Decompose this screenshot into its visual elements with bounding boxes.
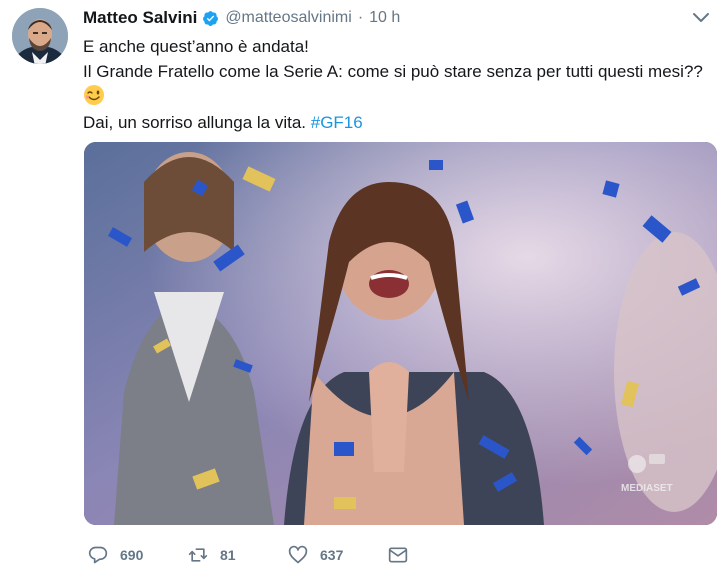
- mediaset-watermark: MEDIASET: [621, 483, 673, 494]
- author-handle[interactable]: @matteosalvinimi: [225, 9, 352, 27]
- like-count: 637: [320, 547, 344, 563]
- retweet-icon: [188, 545, 208, 565]
- tweet-text-line-1: E anche quest’anno è andata!: [83, 37, 309, 56]
- avatar-image: [12, 8, 68, 64]
- reply-count: 690: [120, 547, 144, 563]
- heart-icon: [288, 545, 308, 565]
- tweet-media-photo[interactable]: MEDIASET: [84, 142, 717, 525]
- tweet-text-line-3: [83, 84, 713, 110]
- tv-screen-photo-icon: MEDIASET: [84, 142, 717, 525]
- direct-message-button[interactable]: [388, 544, 408, 566]
- tweet-text-line-4-text: Dai, un sorriso allunga la vita.: [83, 113, 307, 132]
- envelope-icon: [388, 545, 408, 565]
- retweet-button[interactable]: 81: [188, 544, 236, 566]
- tweet-timestamp[interactable]: 10 h: [369, 9, 400, 27]
- chevron-down-icon[interactable]: [691, 10, 711, 26]
- tweet-header: Matteo Salvini @matteosalvinimi · 10 h: [83, 7, 400, 29]
- tweet-text-line-4: Dai, un sorriso allunga la vita. #GF16: [83, 110, 713, 135]
- reply-button[interactable]: 690: [88, 544, 143, 566]
- hashtag-link[interactable]: #GF16: [311, 113, 363, 132]
- tweet-text-line-2: Il Grande Fratello come la Serie A: come…: [83, 62, 703, 81]
- like-button[interactable]: 637: [288, 544, 343, 566]
- author-avatar[interactable]: [12, 8, 68, 64]
- reply-icon: [88, 545, 108, 565]
- retweet-count: 81: [220, 547, 236, 563]
- author-name[interactable]: Matteo Salvini: [83, 8, 197, 28]
- separator-dot: ·: [357, 9, 364, 26]
- verified-badge-icon: [202, 10, 219, 27]
- tweet-card: Matteo Salvini @matteosalvinimi · 10 h E…: [0, 0, 725, 573]
- winking-face-icon: [83, 84, 105, 106]
- tweet-text: E anche quest’anno è andata! Il Grande F…: [83, 34, 713, 135]
